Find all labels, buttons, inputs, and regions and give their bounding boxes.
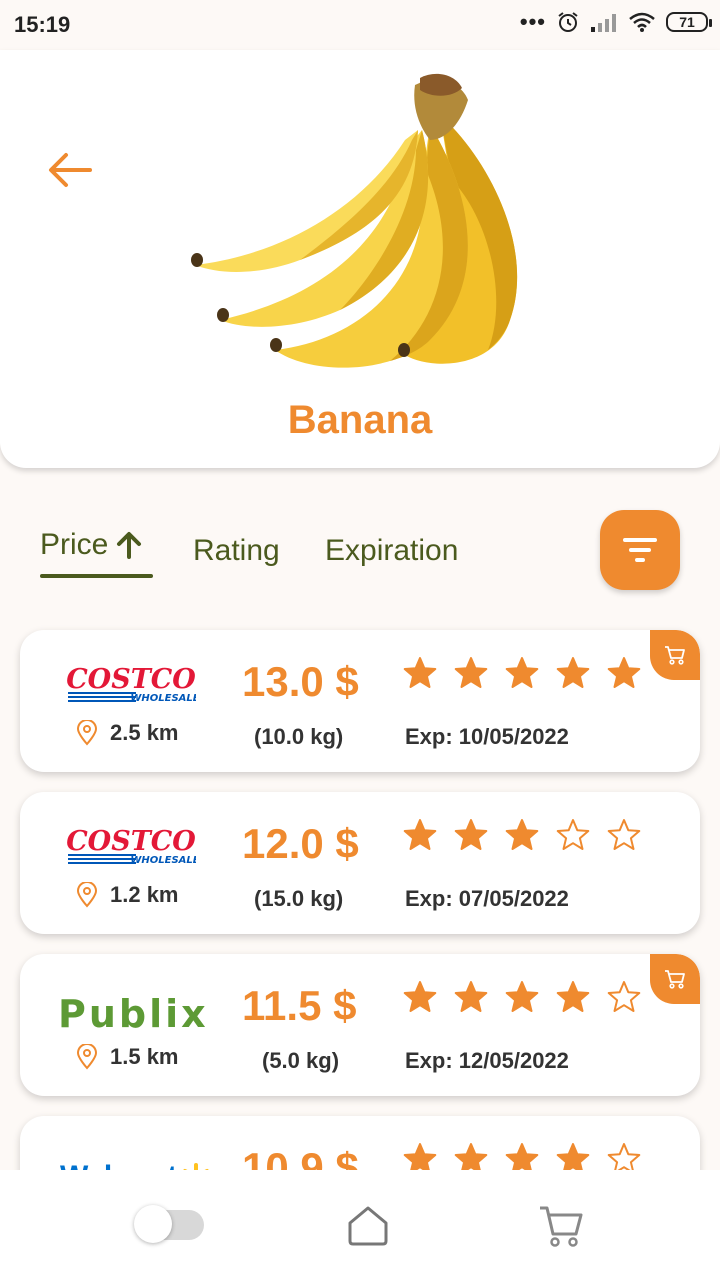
battery-level: 71 — [679, 14, 695, 30]
star-filled-icon — [403, 657, 437, 688]
store-distance: 2.5 km — [76, 720, 179, 746]
offer-price: 12.0 $ — [242, 820, 359, 867]
location-pin-icon — [76, 882, 98, 908]
sort-bar: Price Rating Expiration — [0, 500, 720, 600]
walmart-logo-text: Walmart — [60, 1160, 177, 1170]
status-time: 15:19 — [14, 12, 71, 37]
star-filled-icon — [454, 981, 488, 1012]
expiration-date: Exp: 12/05/2022 — [405, 1048, 569, 1073]
product-title: Banana — [287, 398, 433, 442]
banana-image — [191, 73, 518, 368]
offer-list: COSTCO WHOLESALE 2.5 km 13.0 $ (10.0 kg)… — [0, 620, 720, 1170]
star-empty-icon — [556, 819, 590, 850]
cart-icon — [665, 970, 685, 989]
status-icons: ••• 71 — [519, 9, 712, 34]
distance-value: 1.2 km — [110, 882, 179, 907]
offer-card[interactable]: Publix 1.5 km 11.5 $ (5.0 kg) Exp: 12/05… — [20, 954, 700, 1096]
star-filled-icon — [556, 1143, 590, 1170]
offer-weight: (5.0 kg) — [262, 1048, 340, 1073]
store-distance: 1.2 km — [76, 882, 179, 908]
location-pin-icon — [76, 720, 98, 746]
expiration-date: Exp: 07/05/2022 — [405, 886, 569, 911]
star-filled-icon — [505, 657, 539, 688]
star-empty-icon — [607, 1143, 641, 1170]
mode-toggle[interactable] — [134, 1205, 204, 1243]
cart-icon — [665, 646, 685, 665]
star-filled-icon — [607, 657, 641, 688]
tab-expiration[interactable]: Expiration — [325, 534, 458, 568]
costco-logo: COSTCO WHOLESALE — [66, 664, 196, 704]
offer-weight: (15.0 kg) — [254, 886, 344, 911]
back-arrow-icon[interactable] — [46, 150, 94, 190]
star-rating — [403, 1142, 641, 1170]
store-distance: 1.5 km — [76, 1044, 179, 1070]
star-filled-icon — [505, 819, 539, 850]
offer-weight: (10.0 kg) — [254, 724, 344, 749]
star-filled-icon — [454, 819, 488, 850]
signal-icon — [591, 14, 616, 32]
product-header: Banana — [0, 50, 720, 468]
star-filled-icon — [505, 1143, 539, 1170]
costco-logo: COSTCO WHOLESALE — [66, 826, 196, 866]
star-filled-icon — [454, 1143, 488, 1170]
offer-price: 11.5 $ — [242, 982, 357, 1029]
star-rating — [403, 980, 641, 1014]
toggle-knob — [134, 1205, 172, 1243]
arrow-up-icon — [117, 532, 142, 559]
star-rating — [403, 656, 641, 690]
bottom-navigation — [0, 1170, 720, 1280]
star-filled-icon — [403, 981, 437, 1012]
offer-price: 10.9 $ — [242, 1144, 359, 1170]
star-filled-icon — [556, 981, 590, 1012]
publix-logo: Publix — [58, 992, 209, 1036]
star-filled-icon — [403, 819, 437, 850]
active-tab-underline — [40, 574, 153, 578]
offer-card[interactable]: COSTCO WHOLESALE 2.5 km 13.0 $ (10.0 kg)… — [20, 630, 700, 772]
tab-price[interactable]: Price — [40, 528, 142, 562]
star-filled-icon — [403, 1143, 437, 1170]
star-empty-icon — [607, 819, 641, 850]
battery-icon: 71 — [666, 12, 712, 32]
status-bar: 15:19 ••• 71 — [0, 0, 720, 50]
offer-card[interactable]: Walmart 10.9 $ — [20, 1116, 700, 1170]
filter-icon — [623, 538, 657, 562]
distance-value: 1.5 km — [110, 1044, 179, 1069]
alarm-icon — [558, 12, 578, 32]
svg-text:WHOLESALE: WHOLESALE — [130, 855, 196, 866]
star-empty-icon — [607, 981, 641, 1012]
expiration-date: Exp: 10/05/2022 — [405, 724, 569, 749]
offer-card[interactable]: COSTCO WHOLESALE 1.2 km 12.0 $ (15.0 kg)… — [20, 792, 700, 934]
svg-text:WHOLESALE: WHOLESALE — [130, 693, 196, 704]
location-pin-icon — [76, 1044, 98, 1070]
star-filled-icon — [505, 981, 539, 1012]
tab-rating[interactable]: Rating — [193, 534, 280, 568]
offer-price: 13.0 $ — [242, 658, 359, 705]
star-filled-icon — [454, 657, 488, 688]
cart-icon[interactable] — [538, 1204, 584, 1248]
distance-value: 2.5 km — [110, 720, 179, 745]
walmart-spark-icon — [183, 1163, 209, 1170]
star-rating — [403, 818, 641, 852]
in-cart-badge — [650, 954, 700, 1004]
walmart-logo: Walmart — [60, 1160, 211, 1170]
wifi-icon — [629, 12, 655, 32]
home-icon[interactable] — [345, 1204, 391, 1246]
star-filled-icon — [556, 657, 590, 688]
notification-dots-icon: ••• — [519, 9, 546, 34]
tab-price-label: Price — [40, 528, 109, 561]
in-cart-badge — [650, 630, 700, 680]
filter-button[interactable] — [600, 510, 680, 590]
